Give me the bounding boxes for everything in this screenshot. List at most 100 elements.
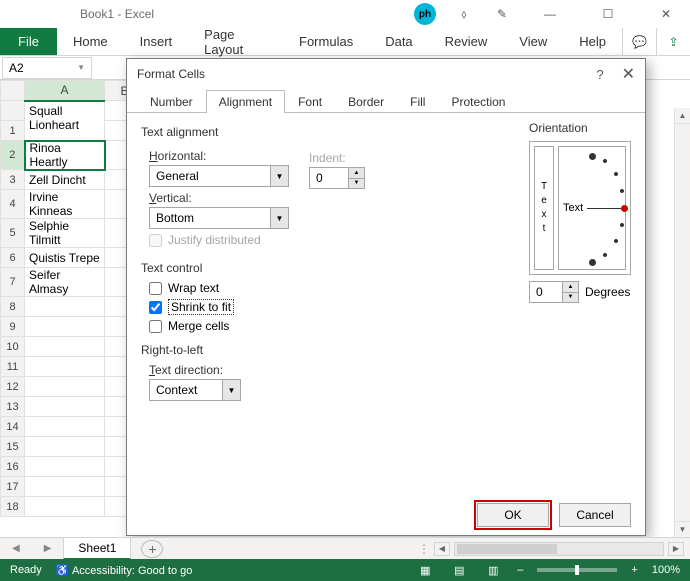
horizontal-combo[interactable]: General ▼ bbox=[149, 165, 289, 187]
diamond-icon[interactable]: ⬨ bbox=[454, 4, 474, 24]
indent-spinner[interactable]: 0 ▲▼ bbox=[309, 167, 365, 189]
text-direction-combo[interactable]: Context ▼ bbox=[149, 379, 241, 401]
sheet-nav-next-icon[interactable]: ▶ bbox=[32, 543, 64, 554]
indent-value: 0 bbox=[310, 168, 348, 188]
ribbon-tab-insert[interactable]: Insert bbox=[124, 28, 189, 55]
wrap-text-checkbox[interactable] bbox=[149, 282, 162, 295]
add-sheet-button[interactable]: + bbox=[141, 540, 163, 558]
zoom-slider[interactable] bbox=[537, 568, 617, 572]
cell-a2[interactable]: Rinoa Heartly bbox=[25, 141, 105, 170]
close-window-button[interactable]: ✕ bbox=[646, 1, 686, 27]
name-box-dropdown-icon[interactable]: ▼ bbox=[77, 63, 85, 72]
row-header[interactable]: 12 bbox=[1, 377, 25, 397]
spin-up-icon[interactable]: ▲ bbox=[349, 168, 364, 179]
spin-down-icon[interactable]: ▼ bbox=[563, 293, 578, 303]
wand-icon[interactable]: ✎ bbox=[492, 4, 512, 24]
merge-cells-row[interactable]: Merge cells bbox=[149, 319, 631, 333]
row-header[interactable] bbox=[1, 101, 25, 121]
horizontal-scrollbar[interactable] bbox=[454, 542, 664, 556]
hscroll-left-icon[interactable]: ◀ bbox=[434, 542, 450, 556]
share-button[interactable]: ⇪ bbox=[656, 28, 690, 55]
ok-button[interactable]: OK bbox=[477, 503, 549, 527]
dialog-titlebar[interactable]: Format Cells ? ✕ bbox=[127, 59, 645, 89]
cell-a3[interactable]: Zell Dincht bbox=[25, 170, 105, 190]
ribbon-tab-view[interactable]: View bbox=[503, 28, 563, 55]
row-header[interactable]: 13 bbox=[1, 397, 25, 417]
row-header[interactable]: 11 bbox=[1, 357, 25, 377]
sheet-nav-prev-icon[interactable]: ◀ bbox=[0, 543, 32, 554]
col-header-a[interactable]: A bbox=[25, 81, 105, 101]
zoom-in-button[interactable]: + bbox=[631, 564, 637, 576]
view-pagebreak-icon[interactable]: ▥ bbox=[483, 562, 503, 578]
zoom-level[interactable]: 100% bbox=[652, 564, 680, 576]
tab-border[interactable]: Border bbox=[335, 90, 397, 113]
row-header[interactable]: 8 bbox=[1, 297, 25, 317]
row-header[interactable]: 15 bbox=[1, 437, 25, 457]
spin-up-icon[interactable]: ▲ bbox=[563, 282, 578, 293]
sheet-tab-bar: ◀ ▶ Sheet1 + ⋮ ◀ ▶ bbox=[0, 537, 690, 559]
cell-a1[interactable]: Squall Lionheart bbox=[29, 104, 79, 132]
ribbon-tab-pagelayout[interactable]: Page Layout bbox=[188, 28, 283, 55]
zoom-out-button[interactable]: – bbox=[517, 564, 523, 576]
name-box[interactable]: A2 ▼ bbox=[2, 57, 92, 79]
ribbon-tab-data[interactable]: Data bbox=[369, 28, 428, 55]
view-normal-icon[interactable]: ▦ bbox=[415, 562, 435, 578]
cell-a4[interactable]: Irvine Kinneas bbox=[25, 190, 105, 219]
cancel-button[interactable]: Cancel bbox=[559, 503, 631, 527]
sheet-tab-active[interactable]: Sheet1 bbox=[63, 537, 131, 560]
row-header[interactable]: 16 bbox=[1, 457, 25, 477]
help-button[interactable]: ? bbox=[596, 67, 603, 82]
row-header[interactable]: 14 bbox=[1, 417, 25, 437]
row-header[interactable]: 2 bbox=[1, 141, 25, 170]
row-header[interactable]: 10 bbox=[1, 337, 25, 357]
dialog-title: Format Cells bbox=[137, 67, 205, 81]
ribbon-tab-review[interactable]: Review bbox=[429, 28, 504, 55]
view-pagelayout-icon[interactable]: ▤ bbox=[449, 562, 469, 578]
row-header[interactable]: 17 bbox=[1, 477, 25, 497]
dropdown-icon[interactable]: ▼ bbox=[270, 166, 288, 186]
comments-button[interactable]: 💬 bbox=[622, 28, 656, 55]
minimize-button[interactable]: ― bbox=[530, 1, 570, 27]
orientation-vertical-button[interactable]: Text bbox=[534, 146, 554, 270]
ribbon-tab-help[interactable]: Help bbox=[563, 28, 622, 55]
row-header[interactable]: 6 bbox=[1, 248, 25, 268]
account-badge[interactable]: ph bbox=[414, 3, 436, 25]
ribbon-tab-home[interactable]: Home bbox=[57, 28, 124, 55]
tab-font[interactable]: Font bbox=[285, 90, 335, 113]
spin-down-icon[interactable]: ▼ bbox=[349, 179, 364, 189]
scroll-down-icon[interactable]: ▼ bbox=[675, 521, 690, 537]
shrink-to-fit-checkbox[interactable] bbox=[149, 301, 162, 314]
close-icon[interactable]: ✕ bbox=[622, 64, 635, 84]
row-header[interactable]: 3 bbox=[1, 170, 25, 190]
tab-number[interactable]: Number bbox=[137, 90, 206, 113]
tab-protection[interactable]: Protection bbox=[438, 90, 518, 113]
dropdown-icon[interactable]: ▼ bbox=[222, 380, 240, 400]
hscroll-right-icon[interactable]: ▶ bbox=[668, 542, 684, 556]
row-header[interactable]: 5 bbox=[1, 219, 25, 248]
cell-a7[interactable]: Seifer Almasy bbox=[25, 268, 105, 297]
row-header[interactable]: 9 bbox=[1, 317, 25, 337]
vertical-value: Bottom bbox=[150, 211, 270, 225]
orientation-dial[interactable]: Text bbox=[558, 146, 626, 270]
cell-a5[interactable]: Selphie Tilmitt bbox=[25, 219, 105, 248]
tab-fill[interactable]: Fill bbox=[397, 90, 438, 113]
tab-alignment[interactable]: Alignment bbox=[206, 90, 285, 113]
row-header[interactable]: 1 bbox=[1, 121, 25, 141]
dropdown-icon[interactable]: ▼ bbox=[270, 208, 288, 228]
accessibility-status[interactable]: ♿ Accessibility: Good to go bbox=[56, 564, 193, 577]
merge-cells-checkbox[interactable] bbox=[149, 320, 162, 333]
row-header[interactable]: 4 bbox=[1, 190, 25, 219]
text-direction-value: Context bbox=[150, 383, 222, 397]
vertical-combo[interactable]: Bottom ▼ bbox=[149, 207, 289, 229]
justify-distributed-checkbox bbox=[149, 234, 162, 247]
row-header[interactable]: 7 bbox=[1, 268, 25, 297]
ribbon-tab-formulas[interactable]: Formulas bbox=[283, 28, 369, 55]
vertical-scrollbar[interactable]: ▲ ▼ bbox=[674, 108, 690, 537]
file-tab[interactable]: File bbox=[0, 28, 57, 55]
degrees-spinner[interactable]: 0 ▲▼ bbox=[529, 281, 579, 303]
select-all-corner[interactable] bbox=[1, 81, 25, 101]
row-header[interactable]: 18 bbox=[1, 497, 25, 517]
cell-a6[interactable]: Quistis Trepe bbox=[25, 248, 105, 268]
maximize-button[interactable]: ☐ bbox=[588, 1, 628, 27]
scroll-up-icon[interactable]: ▲ bbox=[675, 108, 690, 124]
